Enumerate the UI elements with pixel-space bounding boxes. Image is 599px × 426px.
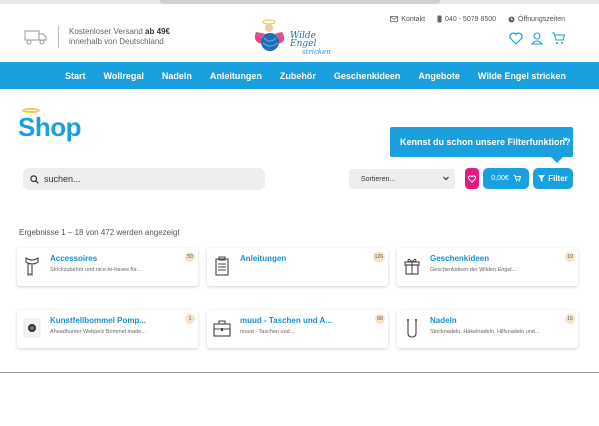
chevron-down-icon bbox=[443, 176, 449, 181]
category-count-badge: 16 bbox=[565, 314, 575, 324]
shipping-amount: ab 49€ bbox=[145, 27, 170, 36]
phone-icon bbox=[437, 15, 442, 23]
sort-select[interactable]: Sortieren... bbox=[349, 169, 455, 189]
category-title: Geschenkideen bbox=[430, 254, 490, 263]
category-title: Kunstfellbommel Pomp... bbox=[50, 316, 147, 325]
search-icon bbox=[30, 174, 39, 184]
category-count-badge: 1 bbox=[185, 314, 195, 324]
heart-icon bbox=[468, 174, 476, 183]
category-count-badge: 68 bbox=[375, 314, 385, 324]
user-account-icon[interactable] bbox=[531, 32, 543, 45]
category-description: Strickzubehör und nice-to-haves für... bbox=[50, 267, 142, 273]
phone-link[interactable]: 040 - 5079 8500 bbox=[437, 15, 496, 23]
scarf-icon bbox=[25, 256, 39, 276]
category-card-muud-taschen[interactable]: muud - Taschen und A... muud - Taschen u… bbox=[207, 310, 388, 348]
shipping-line2: innerhalb von Deutschland bbox=[69, 37, 164, 46]
site-logo[interactable]: Wilde Engel stricken bbox=[252, 18, 344, 57]
contact-link[interactable]: Kontakt bbox=[390, 15, 425, 23]
shipping-divider bbox=[58, 26, 59, 48]
tooltip-text: Kennst du schon unsere Filterfunktion? bbox=[400, 137, 571, 147]
gift-icon bbox=[404, 258, 420, 275]
top-contacts: Kontakt 040 - 5079 8500 Öffnungszeiten bbox=[390, 15, 565, 23]
nav-item-anleitungen[interactable]: Anleitungen bbox=[210, 71, 262, 81]
nav-item-nadeln[interactable]: Nadeln bbox=[162, 71, 192, 81]
filter-hint-tooltip: Kennst du schon unsere Filterfunktion? × bbox=[390, 127, 573, 163]
pompom-product-icon bbox=[23, 318, 41, 338]
filter-button[interactable]: Filter bbox=[533, 168, 573, 189]
category-title: Accessoires bbox=[50, 254, 98, 263]
category-card-nadeln[interactable]: Nadeln Stricknadeln, Häkelnadeln, Hilfsn… bbox=[397, 310, 578, 348]
category-description: Ahead­hunter Webpelz Bommel made... bbox=[50, 329, 146, 335]
category-card-accessoires[interactable]: Accessoires Strickzubehör und nice-to-ha… bbox=[17, 248, 198, 286]
main-navigation: Start Wollregal Nadeln Anleitungen Zubeh… bbox=[0, 62, 599, 89]
angel-logo-icon bbox=[254, 19, 285, 51]
category-card-geschenkideen[interactable]: Geschenkideen Geschenkideen der Wilden E… bbox=[397, 248, 578, 286]
viewport-bottom-divider bbox=[0, 372, 599, 373]
hours-label: Öffnungszeiten bbox=[518, 15, 565, 23]
cart-icon bbox=[513, 175, 521, 182]
results-count: Ergebnisse 1 – 18 von 472 werden angezei… bbox=[19, 228, 180, 237]
shopping-cart-icon[interactable] bbox=[551, 32, 565, 45]
category-description: Geschenkideen der Wilden Engel.... bbox=[430, 267, 518, 273]
hours-link[interactable]: Öffnungszeiten bbox=[508, 15, 565, 23]
shipping-text: Kostenloser Versand ab 49€ innerhalb von… bbox=[69, 27, 170, 47]
tooltip-close-button[interactable]: × bbox=[562, 135, 567, 144]
category-count-badge: 50 bbox=[185, 252, 195, 262]
category-description: Stricknadeln, Häkelnadeln, Hilfsnadeln u… bbox=[430, 329, 540, 335]
shipping-info: Kostenloser Versand ab 49€ innerhalb von… bbox=[24, 26, 170, 48]
filter-label: Filter bbox=[548, 174, 568, 183]
category-title: muud - Taschen und A... bbox=[240, 316, 332, 325]
clipboard-icon bbox=[215, 256, 229, 276]
funnel-icon bbox=[538, 175, 546, 182]
wishlist-heart-icon[interactable] bbox=[509, 32, 523, 45]
wishlist-filter-button[interactable] bbox=[465, 168, 479, 189]
category-title: Anleitungen bbox=[240, 254, 287, 263]
nav-item-geschenkideen[interactable]: Geschenkideen bbox=[334, 71, 401, 81]
search-box[interactable] bbox=[23, 168, 265, 190]
header-actions bbox=[509, 32, 565, 45]
contact-label: Kontakt bbox=[401, 15, 426, 23]
category-count-badge: 126 bbox=[372, 252, 385, 262]
browser-top-edge bbox=[0, 0, 599, 4]
logo-line2: stricken bbox=[302, 48, 331, 56]
logo-text: Wilde Engel stricken bbox=[290, 31, 344, 57]
cart-total: 0,00€ bbox=[491, 175, 509, 182]
category-description: muud - Taschen und... bbox=[240, 329, 295, 335]
page-title: Shop bbox=[18, 112, 82, 142]
category-count-badge: 19 bbox=[565, 252, 575, 262]
search-input[interactable] bbox=[44, 174, 244, 184]
shipping-line1: Kostenloser Versand bbox=[69, 27, 146, 36]
sort-label: Sortieren... bbox=[361, 175, 396, 183]
needles-icon bbox=[407, 319, 417, 338]
clock-icon bbox=[508, 16, 515, 22]
nav-item-wilde-engel-stricken[interactable]: Wilde Engel stricken bbox=[478, 71, 566, 81]
category-title: Nadeln bbox=[430, 316, 457, 325]
category-card-anleitungen[interactable]: Anleitungen 126 bbox=[207, 248, 388, 286]
nav-item-angebote[interactable]: Angebote bbox=[418, 71, 460, 81]
mail-icon bbox=[390, 16, 399, 22]
nav-item-wollregal[interactable]: Wollregal bbox=[104, 71, 144, 81]
truck-icon bbox=[24, 30, 47, 45]
category-card-kunstfellbommel[interactable]: Kunstfellbommel Pomp... Ahead­hunter Web… bbox=[17, 310, 198, 348]
nav-item-zubehoer[interactable]: Zubehör bbox=[280, 71, 316, 81]
phone-number: 040 - 5079 8500 bbox=[445, 15, 497, 23]
bag-icon bbox=[213, 320, 231, 337]
cart-total-button[interactable]: 0,00€ bbox=[483, 168, 529, 189]
logo-line1: Wilde Engel bbox=[290, 31, 317, 49]
nav-item-start[interactable]: Start bbox=[65, 71, 86, 81]
